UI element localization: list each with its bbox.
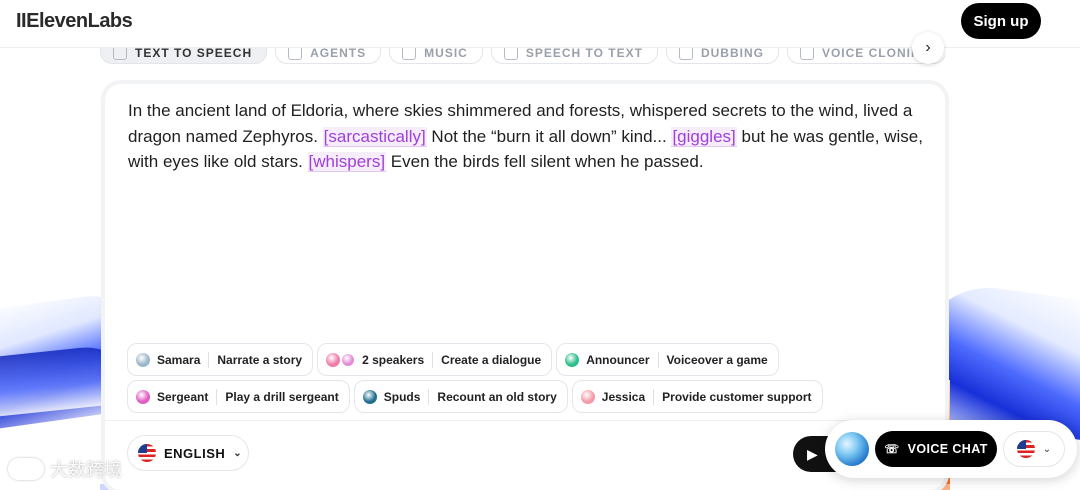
agent-icon <box>288 46 303 60</box>
audio-tag: [giggles] <box>671 126 737 147</box>
preset-action: Narrate a story <box>217 352 303 367</box>
tts-editor-card: In the ancient land of Eldoria, where sk… <box>105 84 945 490</box>
tab-label: MUSIC <box>424 46 468 60</box>
tab-label: TEXT TO SPEECH <box>135 46 253 60</box>
audio-tag: [sarcastically] <box>322 126 427 147</box>
us-flag-icon <box>138 444 156 462</box>
tab-label: AGENTS <box>310 46 367 60</box>
script-text-segment: Even the birds fell silent when he passe… <box>386 152 704 171</box>
music-icon <box>402 46 417 60</box>
dubbing-icon <box>678 46 693 60</box>
tab-label: DUBBING <box>700 46 764 60</box>
transcript-icon <box>503 46 518 60</box>
voice-avatar <box>136 389 150 404</box>
waveform-icon <box>113 46 127 60</box>
watermark-text: 大数跨境 <box>50 460 122 480</box>
clone-icon <box>799 46 814 60</box>
voice-avatar <box>565 352 580 367</box>
preset-chip[interactable]: 2 speakers Create a dialogue <box>317 343 553 376</box>
preset-chip[interactable]: Jessica Provide customer support <box>571 380 823 413</box>
chip-separator <box>208 351 210 368</box>
audio-tag: [whispers] <box>307 152 387 172</box>
sign-up-button[interactable]: Sign up <box>961 3 1041 39</box>
language-select[interactable]: ENGLISH ⌄ <box>127 435 249 471</box>
preset-action: Play a drill sergeant <box>225 389 339 404</box>
watermark-logo-icon <box>8 458 44 480</box>
voice-avatar <box>326 352 341 367</box>
us-flag-icon <box>1016 440 1035 458</box>
chip-separator <box>216 388 218 405</box>
voice-chat-language-select[interactable]: ⌄ <box>1003 431 1065 467</box>
voice-chat-widget: ☏ VOICE CHAT ⌄ <box>825 420 1077 478</box>
preset-action: Recount an old story <box>437 389 557 404</box>
preset-voice-name: Announcer <box>586 352 650 367</box>
tab-label: SPEECH TO TEXT <box>525 46 643 60</box>
voice-avatar <box>136 352 150 367</box>
voice-avatar <box>362 389 377 404</box>
chip-separator <box>428 388 430 405</box>
chevron-down-icon: ⌄ <box>233 447 243 459</box>
tabs-scroll-right-button[interactable]: › <box>912 32 944 64</box>
preset-chip[interactable]: Sergeant Play a drill sergeant <box>127 380 350 413</box>
preset-chip[interactable]: Samara Narrate a story <box>127 343 314 376</box>
preset-voice-name: Sergeant <box>157 389 209 404</box>
chip-separator <box>653 388 655 405</box>
watermark: 大数跨境 <box>8 456 122 482</box>
chevron-right-icon: › <box>925 39 931 56</box>
preset-voice-name: Spuds <box>383 389 421 404</box>
preset-action: Voiceover a game <box>666 352 768 367</box>
chip-separator <box>432 351 434 368</box>
preset-chip[interactable]: Spuds Recount an old story <box>353 380 568 413</box>
preset-voice-name: Jessica <box>601 389 646 404</box>
voice-chat-label: VOICE CHAT <box>907 442 988 456</box>
chip-separator <box>657 351 659 368</box>
preset-action: Provide customer support <box>662 389 812 404</box>
preset-action: Create a dialogue <box>441 352 542 367</box>
voice-orb-icon[interactable] <box>835 432 869 466</box>
script-text-segment: Not the “burn it all down” kind... <box>426 126 672 146</box>
phone-icon: ☏ <box>884 442 900 456</box>
chevron-down-icon: ⌄ <box>1042 443 1052 455</box>
preset-voice-name: 2 speakers <box>362 352 425 367</box>
preset-chip-list: Samara Narrate a story 2 speakers Create a … <box>127 343 917 413</box>
voice-avatar <box>341 352 356 367</box>
play-icon: ▶ <box>807 445 818 462</box>
card-divider <box>105 420 945 421</box>
preset-voice-name: Samara <box>157 352 201 367</box>
preset-chip[interactable]: Announcer Voiceover a game <box>556 343 779 376</box>
voice-avatar <box>580 389 595 404</box>
voice-chat-button[interactable]: ☏ VOICE CHAT <box>875 431 997 467</box>
logo[interactable]: IIElevenLabs <box>16 10 133 33</box>
script-text-editor[interactable]: In the ancient land of Eldoria, where sk… <box>128 98 928 175</box>
language-label: ENGLISH <box>164 445 226 461</box>
